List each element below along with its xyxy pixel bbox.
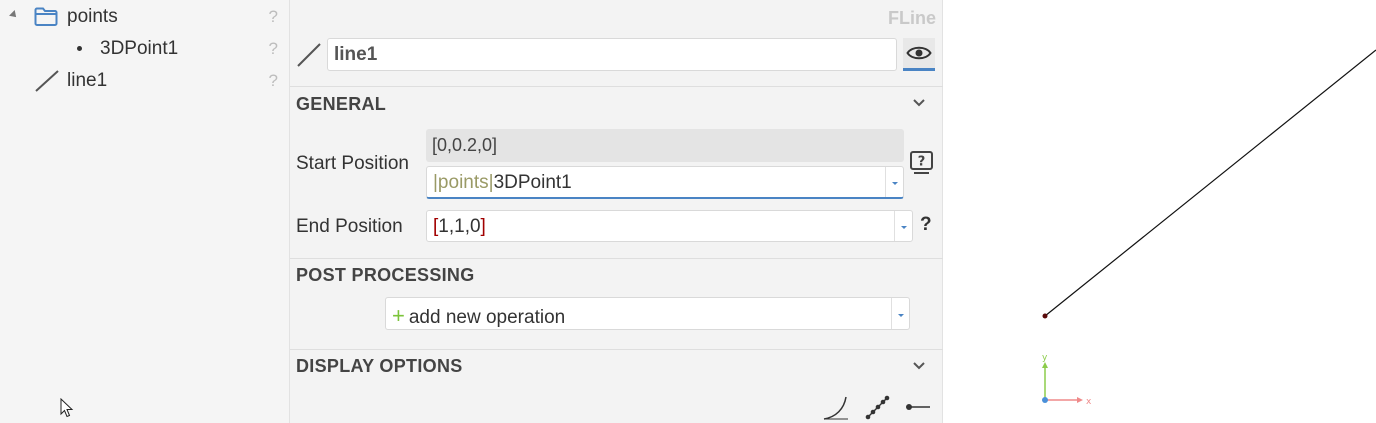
line-icon bbox=[297, 43, 321, 67]
start-point-marker bbox=[1042, 313, 1048, 319]
object-type-label: FLine bbox=[888, 8, 936, 28]
dropdown-arrow-icon[interactable] bbox=[894, 211, 912, 241]
tree-item-3dpoint1[interactable]: 3DPoint1 ? bbox=[0, 32, 290, 64]
help-icon[interactable]: ? bbox=[269, 39, 278, 59]
vector-close-bracket: ] bbox=[480, 216, 486, 237]
properties-panel: FLine line1 GENERAL Start Position [0,0.… bbox=[290, 0, 943, 423]
divider bbox=[290, 349, 943, 350]
vector-values: 1,1,0 bbox=[438, 216, 481, 237]
tree-item-label: line1 bbox=[67, 70, 108, 91]
visibility-toggle-button[interactable] bbox=[903, 38, 935, 71]
tree-item-label: points bbox=[67, 6, 118, 27]
divider bbox=[290, 86, 943, 87]
dropdown-arrow-icon[interactable] bbox=[885, 167, 903, 197]
tree-item-label: 3DPoint1 bbox=[100, 38, 179, 59]
3d-viewport[interactable]: x y bbox=[943, 0, 1376, 423]
start-position-input[interactable]: |points|3DPoint1 bbox=[426, 166, 904, 199]
start-position-resolved-value: [0,0.2,0] bbox=[426, 129, 904, 162]
help-icon[interactable]: ? bbox=[920, 214, 932, 236]
add-new-operation-combo[interactable]: + add new operation bbox=[385, 297, 910, 330]
tree-item-line1[interactable]: line1 ? bbox=[0, 64, 290, 96]
section-title-post-processing: POST PROCESSING bbox=[296, 265, 475, 285]
points-display-icon[interactable] bbox=[864, 395, 890, 421]
section-title-display-options: DISPLAY OPTIONS bbox=[296, 356, 463, 376]
line-icon bbox=[35, 70, 59, 92]
line-point-display-icon[interactable] bbox=[904, 397, 932, 417]
x-axis-arrow bbox=[1077, 397, 1083, 403]
help-icon[interactable]: ? bbox=[269, 7, 278, 27]
help-tooltip-icon[interactable]: ? bbox=[909, 150, 935, 176]
divider bbox=[290, 258, 943, 259]
dropdown-arrow-icon[interactable] bbox=[891, 298, 909, 329]
svg-text:?: ? bbox=[918, 155, 926, 170]
chevron-down-icon[interactable] bbox=[912, 98, 926, 108]
plus-icon: + bbox=[392, 303, 405, 328]
section-title-general: GENERAL bbox=[296, 94, 387, 114]
object-name-input[interactable]: line1 bbox=[327, 38, 897, 71]
reference-name: 3DPoint1 bbox=[493, 172, 572, 193]
bullet-icon bbox=[77, 46, 82, 51]
end-position-input[interactable]: [1,1,0] bbox=[426, 210, 913, 242]
viewport-canvas[interactable]: x y bbox=[943, 0, 1376, 423]
end-position-label: End Position bbox=[296, 216, 403, 237]
line1-segment bbox=[1044, 49, 1376, 317]
eye-icon bbox=[906, 46, 932, 60]
scene-tree-panel: points ? 3DPoint1 ? line1 ? bbox=[0, 0, 290, 423]
tree-item-points[interactable]: points ? bbox=[0, 0, 290, 32]
x-axis-label: x bbox=[1086, 397, 1092, 407]
folder-icon bbox=[34, 7, 58, 26]
mouse-cursor-icon bbox=[60, 398, 74, 418]
chevron-down-icon[interactable] bbox=[912, 361, 926, 371]
help-icon[interactable]: ? bbox=[269, 71, 278, 91]
origin-marker bbox=[1042, 397, 1048, 403]
y-axis-label: y bbox=[1042, 353, 1048, 363]
collapse-arrow-icon[interactable] bbox=[9, 10, 19, 20]
axes-gizmo: x y bbox=[1042, 353, 1092, 407]
reference-path: |points| bbox=[433, 172, 494, 193]
add-operation-label: add new operation bbox=[408, 307, 566, 328]
start-position-label: Start Position bbox=[296, 153, 409, 174]
curve-display-icon[interactable] bbox=[822, 395, 850, 421]
